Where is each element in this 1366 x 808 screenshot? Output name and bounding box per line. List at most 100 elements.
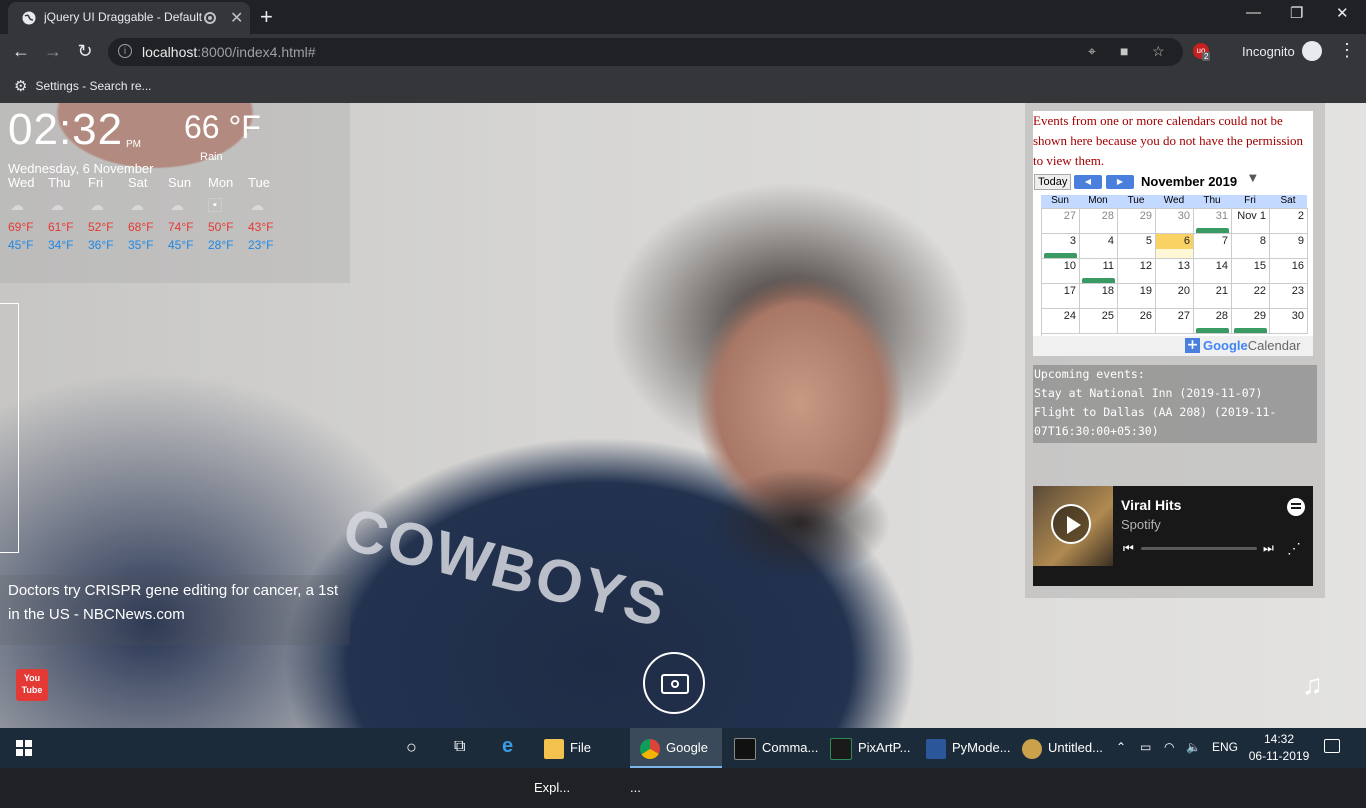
url-text: localhost:8000/index4.html#	[142, 44, 316, 60]
calendar-day-number: Nov 1	[1237, 210, 1266, 222]
calendar-day-cell[interactable]: 23	[1270, 284, 1308, 309]
calendar-day-cell[interactable]: 16	[1270, 259, 1308, 284]
calendar-event-chip[interactable]	[1234, 328, 1267, 333]
youtube-icon[interactable]: You Tube	[16, 669, 48, 701]
wifi-icon[interactable]: ◠	[1164, 740, 1174, 754]
cortana-icon[interactable]: ○	[406, 737, 417, 758]
play-button[interactable]	[1051, 504, 1091, 544]
edge-icon[interactable]: e	[502, 735, 513, 758]
calendar-day-cell[interactable]: 6	[1156, 234, 1194, 259]
restore-button[interactable]: ❐	[1290, 4, 1303, 22]
volume-icon[interactable]: 🔈	[1186, 740, 1201, 754]
forward-button[interactable]: →	[42, 41, 64, 62]
calendar-day-cell[interactable]: 18	[1080, 284, 1118, 309]
language-indicator[interactable]: ENG	[1212, 740, 1238, 754]
calendar-day-cell[interactable]: 9	[1270, 234, 1308, 259]
calendar-day-cell[interactable]: 11	[1080, 259, 1118, 284]
calendar-event-chip[interactable]	[1082, 278, 1115, 283]
calendar-day-cell[interactable]: 7	[1194, 234, 1232, 259]
incognito-icon[interactable]	[1302, 41, 1322, 61]
calendar-day-cell[interactable]: 24	[1042, 309, 1080, 334]
calendar-day-cell[interactable]: 2	[1270, 209, 1308, 234]
calendar-day-cell[interactable]: 30	[1156, 209, 1194, 234]
calendar-day-cell[interactable]: 29	[1232, 309, 1270, 334]
share-icon[interactable]: ⋰	[1287, 540, 1301, 557]
calendar-day-cell[interactable]: 28	[1080, 209, 1118, 234]
taskbar-app-pixart[interactable]: PixArtP...	[820, 728, 916, 768]
taskbar-app-file-explorer[interactable]: File Expl...	[534, 728, 630, 795]
calendar-day-cell[interactable]: 21	[1194, 284, 1232, 309]
calendar-day-cell[interactable]: 3	[1042, 234, 1080, 259]
task-view-icon[interactable]: ⧉	[454, 738, 465, 756]
forecast-low: 35°F	[128, 238, 154, 252]
chevron-down-icon[interactable]: ▼	[1249, 173, 1257, 184]
new-tab-button[interactable]: +	[260, 4, 273, 30]
calendar-day-cell[interactable]: 22	[1232, 284, 1270, 309]
taskbar-app-chrome[interactable]: Google ...	[630, 728, 722, 795]
calendar-day-cell[interactable]: 28	[1194, 309, 1232, 334]
calendar-day-cell[interactable]: 29	[1118, 209, 1156, 234]
calendar-day-cell[interactable]: 31	[1194, 209, 1232, 234]
location-icon[interactable]: ⌖	[1088, 43, 1096, 60]
taskbar-app-word[interactable]: PyMode...	[916, 728, 1012, 768]
calendar-day-cell[interactable]: 20	[1156, 284, 1194, 309]
reload-button[interactable]: ↻	[74, 41, 96, 62]
calendar-day-cell[interactable]: 25	[1080, 309, 1118, 334]
calendar-day-cell[interactable]: 8	[1232, 234, 1270, 259]
calendar-day-cell[interactable]: 19	[1118, 284, 1156, 309]
calendar-event-chip[interactable]	[1044, 253, 1077, 258]
cloud-icon: ☁	[130, 197, 144, 213]
previous-track-icon[interactable]: ⏮	[1123, 541, 1134, 556]
add-calendar-button[interactable]: +	[1185, 338, 1200, 353]
prev-month-button[interactable]: ◀	[1074, 175, 1102, 189]
back-button[interactable]: ←	[10, 41, 32, 62]
forecast-high: 43°F	[248, 220, 274, 234]
taskbar-clock[interactable]: 14:32 06-11-2019	[1248, 731, 1310, 765]
minimize-button[interactable]: —	[1246, 4, 1261, 21]
info-icon[interactable]: i	[118, 44, 132, 58]
capture-photo-button[interactable]	[643, 652, 705, 714]
music-note-icon[interactable]: ♫	[1302, 669, 1323, 701]
next-track-icon[interactable]: ⏭	[1263, 541, 1274, 556]
bookmark-star-icon[interactable]: ☆	[1152, 43, 1165, 60]
browser-tab[interactable]: jQuery UI Draggable - Default ✕	[8, 2, 250, 34]
calendar-day-number: 24	[1063, 310, 1076, 322]
close-tab-icon[interactable]: ✕	[230, 8, 243, 28]
camera-icon[interactable]: ■	[1120, 43, 1128, 59]
calendar-day-cell[interactable]: 27	[1156, 309, 1194, 334]
bookmark-settings[interactable]: ⚙ Settings - Search re...	[14, 77, 152, 95]
progress-bar[interactable]	[1141, 547, 1257, 550]
notification-icon[interactable]	[1324, 739, 1340, 753]
calendar-day-cell[interactable]: 27	[1042, 209, 1080, 234]
calendar-day-cell[interactable]: 12	[1118, 259, 1156, 284]
calendar-day-cell[interactable]: 15	[1232, 259, 1270, 284]
calendar-event-chip[interactable]	[1196, 328, 1229, 333]
taskbar-app-paint[interactable]: Untitled...	[1012, 728, 1108, 768]
calendar-day-cell[interactable]: 5	[1118, 234, 1156, 259]
address-bar[interactable]: i localhost:8000/index4.html# ⌖ ■ ☆	[108, 38, 1183, 66]
draggable-frame[interactable]	[0, 303, 19, 553]
today-button[interactable]: Today	[1034, 174, 1072, 190]
calendar-day-cell[interactable]: 13	[1156, 259, 1194, 284]
news-headline[interactable]: Doctors try CRISPR gene editing for canc…	[0, 575, 350, 645]
close-window-button[interactable]: ✕	[1336, 4, 1349, 22]
next-month-button[interactable]: ▶	[1106, 175, 1134, 189]
calendar-day-cell[interactable]: Nov 1	[1232, 209, 1270, 234]
spotify-icon[interactable]	[1287, 498, 1305, 516]
chevron-up-icon[interactable]: ⌃	[1116, 740, 1126, 754]
calendar-day-cell[interactable]: 14	[1194, 259, 1232, 284]
calendar-day-cell[interactable]: 4	[1080, 234, 1118, 259]
menu-icon[interactable]: ⋮	[1338, 40, 1356, 61]
calendar-day-cell[interactable]: 30	[1270, 309, 1308, 334]
start-button[interactable]	[16, 740, 32, 756]
current-temperature: 66 °F	[184, 109, 261, 145]
calendar-event-chip[interactable]	[1196, 228, 1229, 233]
calendar-day-cell[interactable]: 10	[1042, 259, 1080, 284]
spotify-player[interactable]: Viral Hits Spotify ⏮ ⏭ ⋰	[1033, 486, 1313, 586]
calendar-day-cell[interactable]: 17	[1042, 284, 1080, 309]
taskbar-app-command-prompt[interactable]: Comma...	[724, 728, 820, 768]
weather-widget[interactable]: 02:32 PM 66 °F Rain Wednesday, 6 Novembe…	[0, 103, 350, 283]
google-calendar-logo[interactable]: GoogleCalendar	[1203, 338, 1301, 353]
calendar-day-cell[interactable]: 26	[1118, 309, 1156, 334]
battery-icon[interactable]: ▭	[1140, 740, 1151, 754]
